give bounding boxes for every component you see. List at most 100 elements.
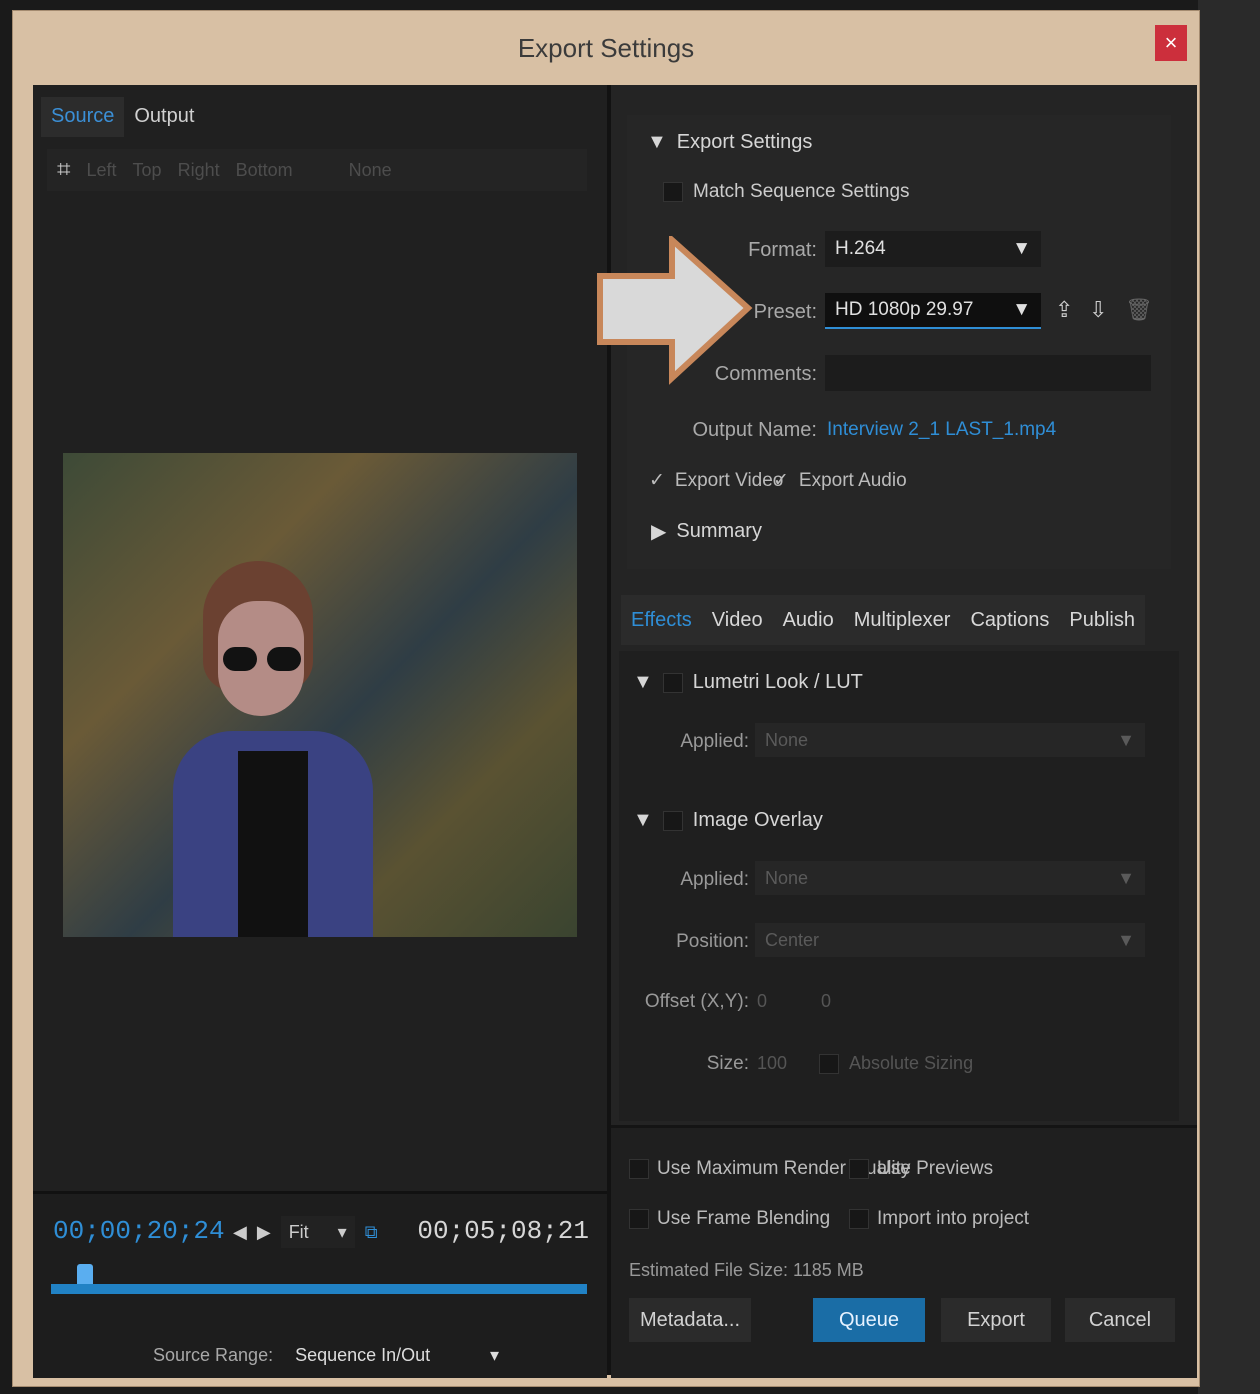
tab-audio[interactable]: Audio bbox=[772, 595, 844, 645]
use-previews-label: Use Previews bbox=[877, 1158, 994, 1179]
collapse-triangle-icon: ▼ bbox=[633, 671, 653, 693]
chevron-down-icon: ▼ bbox=[1117, 929, 1135, 950]
lumetri-header[interactable]: ▼ Lumetri Look / LUT bbox=[633, 671, 863, 694]
effects-panel: ▼ Lumetri Look / LUT Applied: None ▼ ▼ I… bbox=[619, 651, 1179, 1121]
background-app-strip bbox=[1198, 0, 1260, 1394]
output-name-label: Output Name: bbox=[692, 419, 817, 441]
frame-blending-label: Use Frame Blending bbox=[657, 1208, 831, 1229]
settings-tabs: Effects Video Audio Multiplexer Captions… bbox=[621, 595, 1145, 645]
use-previews-checkbox[interactable] bbox=[849, 1159, 869, 1179]
source-range-label: Source Range: bbox=[153, 1344, 274, 1365]
export-audio-row[interactable]: ✓ Export Audio bbox=[773, 469, 907, 492]
crop-top-label: Top bbox=[132, 159, 162, 180]
duration-timecode: 00;05;08;21 bbox=[417, 1216, 589, 1246]
chevron-down-icon: ▼ bbox=[1012, 238, 1031, 259]
tab-source[interactable]: Source bbox=[41, 97, 125, 137]
source-range-select[interactable]: Sequence In/Out ▾ bbox=[287, 1340, 508, 1370]
tab-multiplexer[interactable]: Multiplexer bbox=[843, 595, 961, 645]
cancel-button[interactable]: Cancel bbox=[1065, 1298, 1175, 1342]
position-value: Center bbox=[765, 929, 820, 950]
tab-output[interactable]: Output bbox=[124, 97, 204, 137]
export-video-label: Export Video bbox=[674, 469, 784, 491]
mark-out-icon[interactable]: ▶ bbox=[257, 1222, 271, 1243]
comments-input[interactable] bbox=[825, 355, 1151, 391]
import-project-row[interactable]: Import into project bbox=[849, 1208, 1029, 1230]
source-range-value: Sequence In/Out bbox=[295, 1344, 431, 1365]
size-value[interactable]: 100 bbox=[757, 1053, 787, 1074]
expand-triangle-icon: ▶ bbox=[651, 521, 667, 543]
preset-value: HD 1080p 29.97 bbox=[835, 299, 974, 320]
summary-label: Summary bbox=[676, 520, 762, 542]
export-settings-heading: Export Settings bbox=[676, 131, 813, 153]
lumetri-title: Lumetri Look / LUT bbox=[692, 671, 863, 693]
preset-select[interactable]: HD 1080p 29.97 ▼ bbox=[825, 293, 1041, 329]
import-project-checkbox[interactable] bbox=[849, 1209, 869, 1229]
use-previews-row[interactable]: Use Previews bbox=[849, 1158, 993, 1180]
overlay-applied-select[interactable]: None ▼ bbox=[755, 861, 1145, 895]
absolute-sizing-checkbox[interactable] bbox=[819, 1053, 839, 1074]
annotation-arrow-icon bbox=[597, 236, 753, 385]
import-preset-icon[interactable]: ⇩ bbox=[1089, 297, 1107, 323]
overlay-applied-value: None bbox=[765, 867, 809, 888]
lumetri-checkbox[interactable] bbox=[662, 672, 683, 693]
export-settings-header[interactable]: ▼ Export Settings bbox=[647, 131, 812, 154]
crop-bottom-label: Bottom bbox=[235, 159, 293, 180]
overlay-applied-label: Applied: bbox=[680, 869, 749, 890]
overlay-header[interactable]: ▼ Image Overlay bbox=[633, 809, 823, 832]
video-preview bbox=[63, 453, 577, 937]
frame-blending-row[interactable]: Use Frame Blending bbox=[629, 1208, 830, 1230]
metadata-button[interactable]: Metadata... bbox=[629, 1298, 751, 1342]
offset-x-value[interactable]: 0 bbox=[757, 991, 767, 1012]
overlay-checkbox[interactable] bbox=[662, 810, 683, 831]
offset-y-value[interactable]: 0 bbox=[821, 991, 831, 1012]
delete-preset-icon[interactable]: 🗑 bbox=[1125, 297, 1153, 323]
lumetri-applied-select[interactable]: None ▼ bbox=[755, 723, 1145, 757]
match-sequence-checkbox[interactable] bbox=[663, 182, 683, 202]
crop-left-label: Left bbox=[86, 159, 117, 180]
chevron-down-icon: ▼ bbox=[1117, 867, 1135, 888]
export-video-row[interactable]: ✓ Export Video bbox=[649, 469, 783, 492]
position-select[interactable]: Center ▼ bbox=[755, 923, 1145, 957]
close-button[interactable]: × bbox=[1155, 25, 1187, 61]
tab-effects[interactable]: Effects bbox=[621, 595, 702, 645]
crop-icon[interactable]: ⌗ bbox=[57, 156, 71, 184]
frame-blending-checkbox[interactable] bbox=[629, 1209, 649, 1229]
mark-in-icon[interactable]: ◀ bbox=[233, 1222, 247, 1243]
format-select[interactable]: H.264 ▼ bbox=[825, 231, 1041, 267]
import-project-label: Import into project bbox=[877, 1208, 1030, 1229]
tab-video[interactable]: Video bbox=[701, 595, 773, 645]
chevron-down-icon: ▼ bbox=[1117, 729, 1135, 750]
collapse-triangle-icon: ▼ bbox=[633, 809, 653, 831]
fit-select[interactable]: Fit ▾ bbox=[280, 1216, 355, 1248]
tab-captions[interactable]: Captions bbox=[960, 595, 1060, 645]
output-name-link[interactable]: Interview 2_1 LAST_1.mp4 bbox=[827, 419, 1056, 441]
crop-right-label: Right bbox=[177, 159, 220, 180]
fit-value: Fit bbox=[288, 1221, 309, 1242]
max-render-checkbox[interactable] bbox=[629, 1159, 649, 1179]
chevron-down-icon: ▾ bbox=[490, 1344, 500, 1365]
summary-header[interactable]: ▶ Summary bbox=[651, 519, 762, 544]
tab-publish[interactable]: Publish bbox=[1059, 595, 1145, 645]
aspect-correct-icon[interactable]: ⧉ bbox=[365, 1222, 378, 1243]
chevron-down-icon: ▾ bbox=[337, 1221, 347, 1242]
estimated-file-size: Estimated File Size: 1185 MB bbox=[629, 1260, 864, 1280]
dialog-titlebar: Export Settings × bbox=[13, 11, 1199, 81]
current-timecode[interactable]: 00;00;20;24 bbox=[53, 1216, 225, 1246]
export-button[interactable]: Export bbox=[941, 1298, 1051, 1342]
position-label: Position: bbox=[676, 931, 749, 952]
save-preset-icon[interactable]: ⇪ bbox=[1055, 297, 1073, 323]
collapse-triangle-icon: ▼ bbox=[647, 131, 667, 153]
dialog-title: Export Settings bbox=[517, 33, 695, 63]
match-sequence-row[interactable]: Match Sequence Settings bbox=[663, 181, 910, 203]
export-settings-dialog: Export Settings × Source Output ⌗ Left T… bbox=[12, 10, 1200, 1387]
scrubber-bar[interactable] bbox=[51, 1284, 587, 1294]
timeline-controls: 00;00;20;24 ◀ ▶ Fit ▾ ⧉ 00;05;08;21 Sour… bbox=[33, 1191, 607, 1378]
queue-button[interactable]: Queue bbox=[813, 1298, 925, 1342]
crop-toolbar: ⌗ Left Top Right Bottom None bbox=[47, 149, 587, 191]
source-panel: Source Output ⌗ Left Top Right Bottom No… bbox=[33, 85, 611, 1378]
absolute-sizing-label: Absolute Sizing bbox=[849, 1053, 974, 1073]
format-value: H.264 bbox=[835, 238, 886, 259]
crop-ratio-select[interactable]: None bbox=[349, 160, 392, 181]
check-icon: ✓ bbox=[773, 470, 789, 491]
absolute-sizing-row[interactable]: Absolute Sizing bbox=[819, 1053, 973, 1074]
